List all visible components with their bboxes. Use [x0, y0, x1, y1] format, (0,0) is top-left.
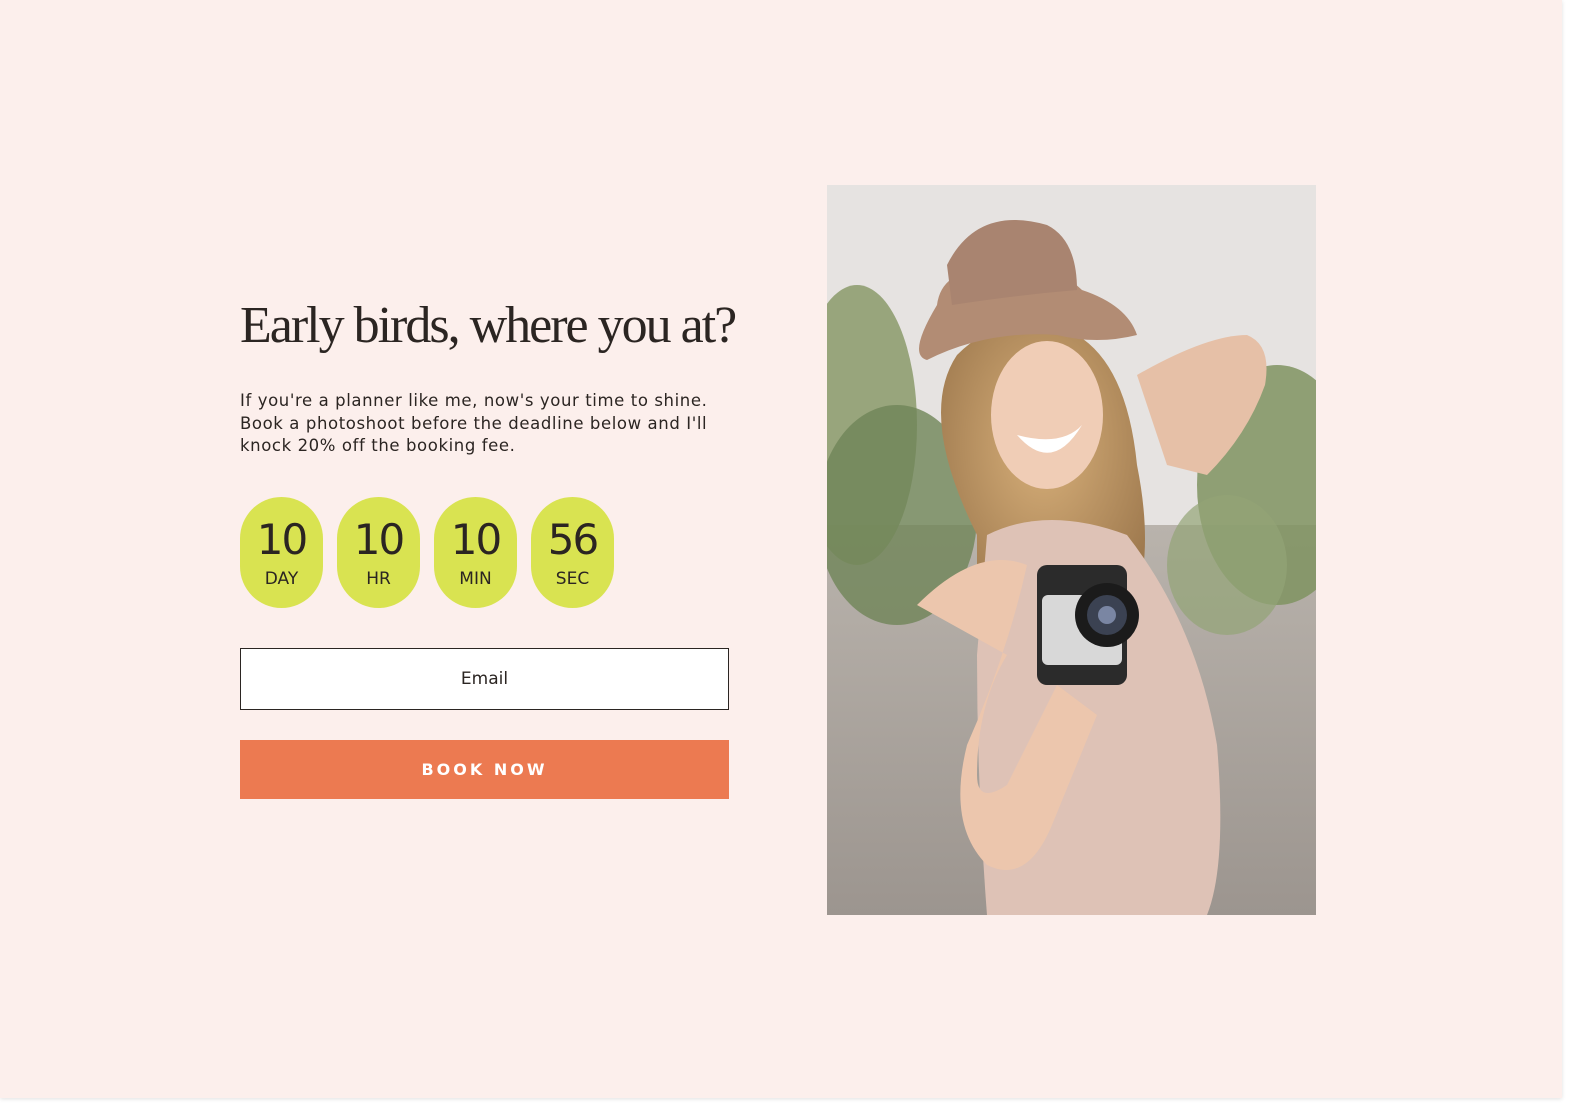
promo-page: Early birds, where you at? If you're a p…	[0, 0, 1562, 1098]
hero-photo	[827, 185, 1316, 915]
photo-of-woman-with-hat-and-camera-icon	[827, 185, 1316, 915]
countdown-days: 10 DAY	[240, 497, 323, 608]
countdown-days-value: 10	[256, 515, 308, 564]
page-title: Early birds, where you at?	[240, 297, 737, 354]
countdown-seconds-label: SEC	[555, 569, 590, 589]
countdown-seconds: 56 SEC	[531, 497, 614, 608]
countdown-hours-value: 10	[353, 515, 405, 564]
countdown-minutes: 10 MIN	[434, 497, 517, 608]
countdown-days-label: DAY	[264, 569, 299, 589]
email-field[interactable]	[240, 648, 729, 710]
countdown-minutes-value: 10	[450, 515, 502, 564]
countdown-hours-label: HR	[366, 569, 391, 589]
book-now-button[interactable]: BOOK NOW	[240, 740, 729, 799]
countdown-minutes-label: MIN	[459, 569, 492, 589]
promo-description: If you're a planner like me, now's your …	[240, 391, 708, 455]
countdown-hours: 10 HR	[337, 497, 420, 608]
countdown-seconds-value: 56	[547, 515, 599, 564]
